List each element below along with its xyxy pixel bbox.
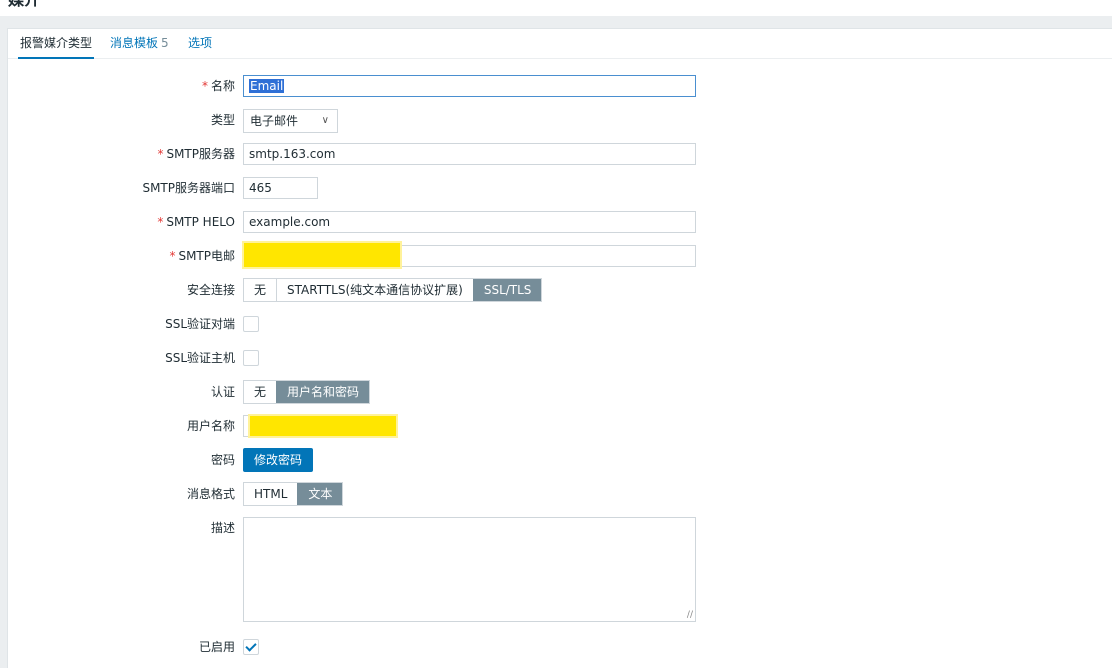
left-gutter — [0, 16, 7, 667]
required-marker: * — [169, 249, 176, 263]
ssl-verify-peer-label: SSL验证对端 — [165, 317, 235, 331]
enabled-checkbox[interactable] — [243, 639, 259, 655]
security-toggle: 无 STARTTLS(纯文本通信协议扩展) SSL/TLS — [243, 278, 543, 302]
ssl-verify-host-checkbox[interactable] — [243, 350, 259, 366]
auth-toggle: 无 用户名和密码 — [243, 380, 371, 404]
description-textarea[interactable]: ∕∕ — [243, 517, 696, 622]
name-label: * 名称 — [201, 79, 235, 93]
message-format-option-text[interactable]: 文本 — [297, 483, 343, 505]
security-label: 安全连接 — [186, 283, 235, 297]
tab-media-type[interactable]: 报警媒介类型 — [18, 29, 95, 59]
change-password-button[interactable]: 修改密码 — [243, 448, 314, 472]
required-marker: * — [157, 215, 164, 229]
type-select-value: 电子邮件 — [250, 114, 299, 128]
page-header: 媒介 — [0, 0, 1112, 16]
auth-option-username-password[interactable]: 用户名和密码 — [276, 381, 370, 403]
description-label: 描述 — [210, 521, 235, 535]
required-marker: * — [157, 147, 164, 161]
tab-message-templates-label: 消息模板 — [110, 36, 159, 50]
required-marker: * — [201, 79, 208, 93]
enabled-label: 已启用 — [198, 640, 235, 654]
auth-label: 认证 — [210, 385, 235, 399]
auth-option-none[interactable]: 无 — [244, 381, 276, 403]
name-input-value: Email — [249, 79, 285, 93]
smtp-helo-input[interactable]: example.com — [243, 211, 696, 233]
ssl-verify-peer-checkbox[interactable] — [243, 316, 259, 332]
password-label: 密码 — [210, 453, 235, 467]
smtp-server-label: * SMTP服务器 — [157, 147, 235, 161]
message-format-label: 消息格式 — [186, 487, 235, 501]
message-format-option-html[interactable]: HTML — [244, 483, 297, 505]
tab-options-label: 选项 — [188, 36, 213, 50]
redaction-highlight — [244, 243, 400, 267]
media-type-form-panel: 报警媒介类型 消息模板 5 选项 * 名称 Email 类型 电子邮件 ∨ * SMT… — [7, 28, 1112, 668]
redaction-highlight — [250, 416, 396, 436]
smtp-port-input[interactable]: 465 — [243, 177, 318, 199]
type-select[interactable]: 电子邮件 ∨ — [243, 109, 338, 133]
smtp-port-label: SMTP服务器端口 — [142, 181, 235, 195]
type-label: 类型 — [210, 113, 235, 127]
tab-message-templates[interactable]: 消息模板 5 — [110, 29, 169, 58]
name-input[interactable]: Email — [243, 75, 696, 97]
tab-options[interactable]: 选项 — [188, 29, 212, 58]
tab-media-type-label: 报警媒介类型 — [20, 36, 93, 50]
tab-message-templates-count: 5 — [161, 36, 169, 50]
resize-handle-icon[interactable]: ∕∕ — [687, 610, 693, 620]
smtp-helo-label: * SMTP HELO — [157, 215, 235, 229]
tab-bar: 报警媒介类型 消息模板 5 选项 — [8, 29, 1112, 59]
username-label: 用户名称 — [186, 419, 235, 433]
security-option-starttls[interactable]: STARTTLS(纯文本通信协议扩展) — [276, 279, 473, 301]
message-format-toggle: HTML 文本 — [243, 482, 344, 506]
chevron-down-icon: ∨ — [321, 115, 329, 126]
smtp-email-label: * SMTP电邮 — [169, 249, 235, 263]
ssl-verify-host-label: SSL验证主机 — [165, 351, 235, 365]
security-option-none[interactable]: 无 — [244, 279, 276, 301]
security-option-ssltls[interactable]: SSL/TLS — [472, 279, 542, 301]
smtp-server-input[interactable]: smtp.163.com — [243, 143, 696, 165]
page-title: 媒介 — [8, 0, 40, 9]
